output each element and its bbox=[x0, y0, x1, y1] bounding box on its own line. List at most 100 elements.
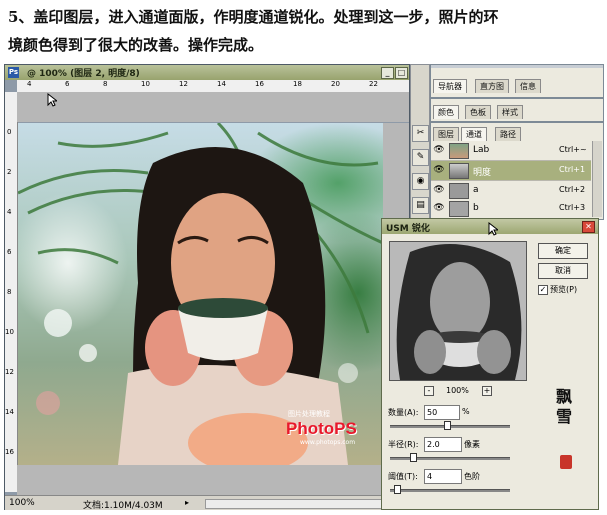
channel-name: a bbox=[473, 185, 479, 195]
radius-slider-knob[interactable] bbox=[410, 453, 417, 462]
channel-row-lab[interactable]: 👁 Lab Ctrl+~ bbox=[431, 141, 591, 161]
amount-input[interactable]: 50 bbox=[424, 405, 460, 420]
zoom-out-button[interactable]: - bbox=[424, 386, 434, 396]
channel-thumbnail bbox=[449, 201, 469, 217]
ok-button[interactable]: 确定 bbox=[538, 243, 588, 259]
channels-panel: 图层 通道 路径 👁 Lab Ctrl+~ 👁 明度 Ctrl+1 👁 a Ct… bbox=[430, 122, 604, 220]
channel-name: b bbox=[473, 203, 479, 213]
zoom-level[interactable]: 100% bbox=[9, 498, 35, 508]
dialog-title-bar[interactable]: USM 锐化 ✕ bbox=[382, 219, 598, 236]
ruler-label: 4 bbox=[27, 80, 32, 88]
dialog-title: USM 锐化 bbox=[386, 224, 430, 234]
channel-shortcut: Ctrl+~ bbox=[559, 145, 587, 154]
ruler-label: 10 bbox=[5, 328, 14, 336]
brush-icon[interactable]: ✎ bbox=[412, 149, 429, 166]
threshold-unit: 色阶 bbox=[464, 472, 480, 481]
channel-name: Lab bbox=[473, 145, 490, 155]
scissors-icon[interactable]: ✂ bbox=[412, 125, 429, 142]
tab-channels[interactable]: 通道 bbox=[461, 127, 487, 141]
tab-paths[interactable]: 路径 bbox=[495, 127, 521, 141]
ruler-label: 2 bbox=[7, 168, 12, 176]
color-panel: 颜色 色板 样式 bbox=[430, 98, 604, 122]
tutorial-line-2: 境颜色得到了很大的改善。操作完成。 bbox=[8, 36, 264, 54]
calligraphy-signature: 飘雪 bbox=[556, 387, 573, 426]
minimize-button[interactable]: _ bbox=[381, 67, 394, 79]
panel-tool-strip: ✂ ✎ ◉ ▤ bbox=[410, 64, 430, 220]
document-title: @ 100% (图层 2, 明度/8) bbox=[27, 69, 140, 79]
channel-row-a[interactable]: 👁 a Ctrl+2 bbox=[431, 181, 591, 201]
watermark-cn: 图片处理教程 bbox=[288, 410, 330, 418]
preview-grayscale-photo bbox=[390, 242, 526, 380]
photo-canvas[interactable]: 图片处理教程 PhotoPS www.photops.com bbox=[18, 123, 383, 465]
arrow-cursor-icon bbox=[47, 93, 57, 107]
channel-thumbnail bbox=[449, 143, 469, 159]
threshold-slider-knob[interactable] bbox=[394, 485, 401, 494]
ruler-label: 0 bbox=[7, 128, 12, 136]
tab-info[interactable]: 信息 bbox=[515, 79, 541, 93]
ruler-label: 14 bbox=[217, 80, 226, 88]
amount-label: 数量(A): bbox=[388, 408, 419, 417]
channel-name: 明度 bbox=[473, 168, 492, 178]
tutorial-line-1: 5、盖印图层，进入通道面版，作明度通道锐化。处理到这一步，照片的环 bbox=[8, 8, 499, 26]
close-icon[interactable]: ✕ bbox=[582, 221, 595, 233]
visibility-eye-icon[interactable]: 👁 bbox=[433, 202, 445, 214]
maximize-button[interactable]: □ bbox=[395, 67, 408, 79]
navigator-panel: 导航器 直方图 信息 bbox=[430, 64, 604, 98]
channel-thumbnail bbox=[449, 183, 469, 199]
visibility-eye-icon[interactable]: 👁 bbox=[433, 184, 445, 196]
tab-navigator[interactable]: 导航器 bbox=[433, 79, 467, 93]
preview-image[interactable] bbox=[389, 241, 527, 381]
channel-shortcut: Ctrl+1 bbox=[559, 165, 586, 174]
radius-slider[interactable] bbox=[390, 457, 510, 460]
ruler-label: 10 bbox=[141, 80, 150, 88]
visibility-eye-icon[interactable]: 👁 bbox=[433, 144, 445, 156]
visibility-eye-icon[interactable]: 👁 bbox=[433, 164, 445, 176]
ruler-label: 6 bbox=[7, 248, 12, 256]
camera-icon[interactable]: ◉ bbox=[412, 173, 429, 190]
usm-sharpen-dialog: USM 锐化 ✕ - 100% + 确定 取消 ✓ 预览(P) 数量(A): 5… bbox=[381, 218, 599, 510]
ruler-label: 22 bbox=[369, 80, 378, 88]
canvas-bottom-margin bbox=[17, 465, 409, 495]
radius-label: 半径(R): bbox=[388, 440, 419, 449]
status-menu-arrow-icon[interactable]: ▸ bbox=[185, 498, 189, 507]
ruler-label: 12 bbox=[5, 368, 14, 376]
ruler-label: 16 bbox=[255, 80, 264, 88]
ruler-label: 6 bbox=[65, 80, 70, 88]
channel-shortcut: Ctrl+2 bbox=[559, 185, 586, 194]
channel-row-lightness[interactable]: 👁 明度 Ctrl+1 bbox=[431, 161, 591, 181]
document-size: 文档:1.10M/4.03M bbox=[83, 501, 163, 511]
tab-styles[interactable]: 样式 bbox=[497, 105, 523, 119]
threshold-input[interactable]: 4 bbox=[424, 469, 462, 484]
preview-label: 预览(P) bbox=[550, 285, 578, 294]
document-window: Ps @ 100% (图层 2, 明度/8) _ □ 4 6 8 10 12 1… bbox=[4, 64, 410, 511]
radius-unit: 像素 bbox=[464, 440, 480, 449]
tab-color[interactable]: 颜色 bbox=[433, 105, 459, 119]
channel-shortcut: Ctrl+3 bbox=[559, 203, 586, 212]
amount-unit: % bbox=[462, 407, 470, 416]
threshold-label: 阈值(T): bbox=[388, 472, 418, 481]
ruler-label: 16 bbox=[5, 448, 14, 456]
amount-slider-knob[interactable] bbox=[444, 421, 451, 430]
channel-row-b[interactable]: 👁 b Ctrl+3 bbox=[431, 199, 591, 219]
ruler-label: 14 bbox=[5, 408, 14, 416]
radius-input[interactable]: 2.0 bbox=[424, 437, 462, 452]
layers-icon[interactable]: ▤ bbox=[412, 197, 429, 214]
preview-checkbox[interactable]: ✓ bbox=[538, 285, 548, 295]
cancel-button[interactable]: 取消 bbox=[538, 263, 588, 279]
threshold-slider[interactable] bbox=[390, 489, 510, 492]
tab-swatches[interactable]: 色板 bbox=[465, 105, 491, 119]
ruler-label: 8 bbox=[103, 80, 108, 88]
tab-layers[interactable]: 图层 bbox=[433, 127, 459, 141]
tab-histogram[interactable]: 直方图 bbox=[475, 79, 509, 93]
document-title-bar[interactable]: Ps @ 100% (图层 2, 明度/8) _ □ bbox=[5, 65, 409, 80]
zoom-in-button[interactable]: + bbox=[482, 386, 492, 396]
ruler-label: 20 bbox=[331, 80, 340, 88]
photoshop-icon: Ps bbox=[8, 67, 19, 78]
watermark-url: www.photops.com bbox=[300, 439, 356, 446]
ruler-vertical: 0 2 4 6 8 10 12 14 16 bbox=[5, 92, 18, 492]
channels-scrollbar[interactable] bbox=[592, 141, 602, 217]
channel-thumbnail bbox=[449, 163, 469, 179]
ruler-label: 8 bbox=[7, 288, 12, 296]
canvas-background bbox=[17, 92, 409, 122]
horizontal-scrollbar[interactable] bbox=[205, 499, 387, 509]
